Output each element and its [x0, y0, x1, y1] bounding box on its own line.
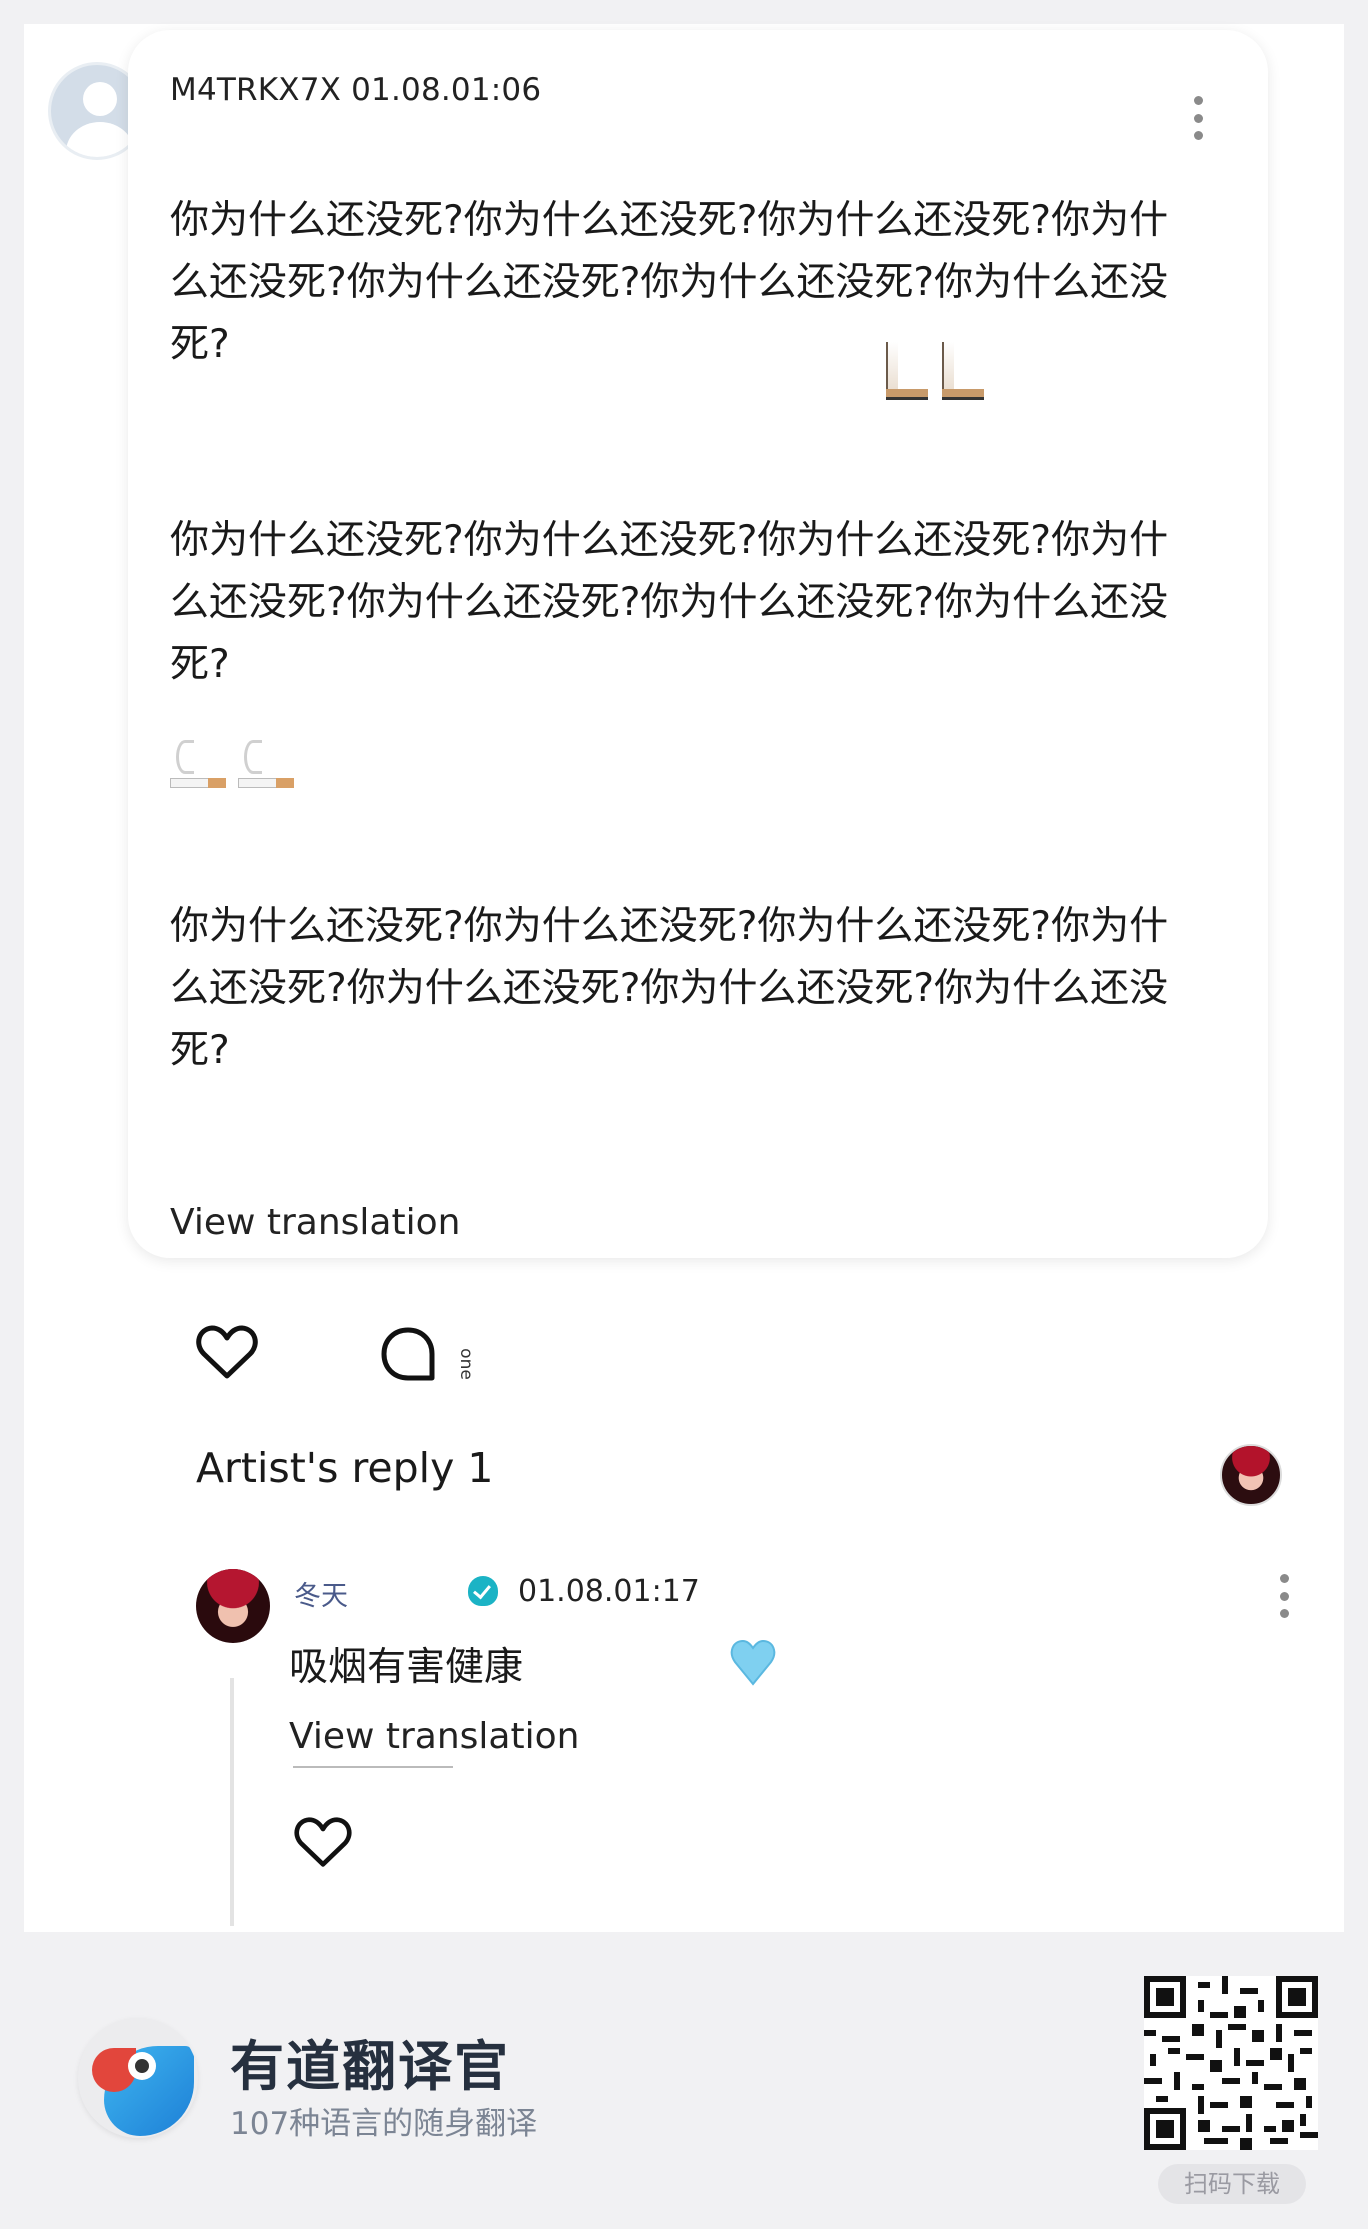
like-heart-icon[interactable] [196, 1324, 258, 1380]
reply-like-heart-icon[interactable] [294, 1816, 352, 1868]
post-paragraph: 你为什么还没死?你为什么还没死?你为什么还没死?你为什么还没死?你为什么还没死?… [170, 904, 1169, 1073]
avatar-body [66, 122, 134, 157]
post-paragraph: 你为什么还没死?你为什么还没死?你为什么还没死?你为什么还没死?你为什么还没死?… [170, 198, 1169, 367]
reply-view-translation-link[interactable]: View translation [289, 1716, 579, 1757]
artist-reply-heading: Artist's reply 1 [196, 1444, 494, 1492]
view-translation-link[interactable]: View translation [170, 1202, 460, 1243]
cigarette-emoji-pair [884, 342, 986, 400]
smoking-icon [238, 738, 294, 794]
post-more-icon[interactable] [1192, 96, 1204, 140]
qr-code-icon[interactable] [1144, 1976, 1318, 2150]
smoking-emoji-pair [170, 738, 294, 794]
scan-to-download-label[interactable]: 扫码下载 [1158, 2164, 1306, 2204]
reply-divider [293, 1766, 453, 1768]
reply-text: 吸烟有害健康 [289, 1645, 524, 1690]
post-author-line[interactable]: M4TRKX7X 01.08.01:06 [170, 72, 541, 108]
smoking-icon [170, 738, 226, 794]
verified-badge-icon [468, 1576, 498, 1606]
brand-name: 有道翻译官 [230, 2035, 510, 2098]
blue-heart-icon [730, 1639, 776, 1686]
thread-line [230, 1678, 234, 1926]
brand-tagline: 107种语言的随身翻译 [230, 2106, 538, 2142]
reply-more-icon[interactable] [1278, 1574, 1290, 1618]
comment-count: one [455, 1348, 476, 1380]
comment-bubble-icon[interactable] [380, 1326, 436, 1382]
artist-avatar-thumb[interactable] [1220, 1444, 1282, 1506]
reply-author-name[interactable]: 冬天 [294, 1574, 348, 1613]
avatar-head [83, 82, 117, 116]
app-promo-footer: 有道翻译官 107种语言的随身翻译 扫码下载 [0, 1932, 1368, 2229]
post-paragraph: 你为什么还没死?你为什么还没死?你为什么还没死?你为什么还没死?你为什么还没死?… [170, 518, 1169, 687]
reply-timestamp: 01.08.01:17 [518, 1574, 700, 1609]
reply-author-avatar[interactable] [196, 1569, 270, 1643]
post-card: M4TRKX7X 01.08.01:06 你为什么还没死?你为什么还没死?你为什… [128, 30, 1268, 1258]
youdao-logo-icon [78, 2018, 198, 2138]
